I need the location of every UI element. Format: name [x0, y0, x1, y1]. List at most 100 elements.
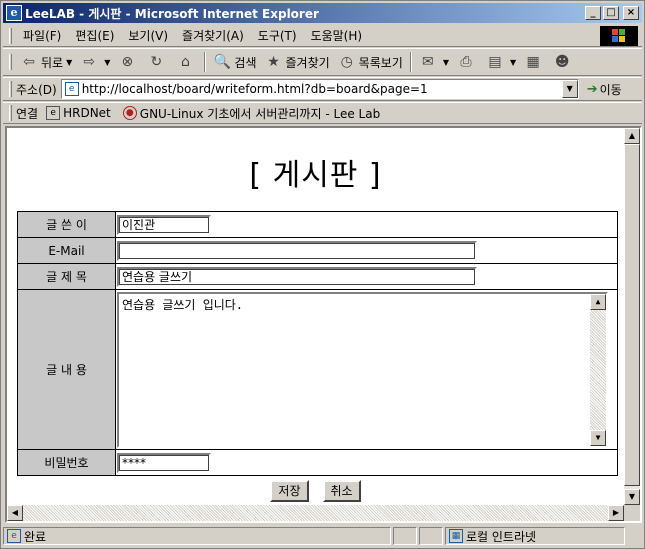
links-bar: 연결 e HRDNet ● GNU-Linux 기초에서 서버관리까지 - Le…: [3, 102, 642, 124]
standard-toolbar: ⇦ 뒤로 ▼ ⇨ ▼ ⊗ ↻ ⌂ 🔍 검색 ★ 즐겨찾기 ◷ 목록보기 ✉ ▼ …: [3, 48, 642, 76]
scroll-up-icon[interactable]: ▲: [590, 293, 606, 310]
status-pane: [419, 527, 443, 545]
stop-icon: ⊗: [121, 54, 134, 70]
address-label: 주소(D): [16, 82, 57, 97]
link-hrdnet[interactable]: e HRDNet: [46, 106, 111, 120]
toolbar-grip[interactable]: [9, 54, 12, 70]
password-input[interactable]: ****: [117, 452, 211, 473]
password-label: 비밀번호: [17, 449, 116, 476]
menu-help[interactable]: 도움말(H): [304, 27, 370, 44]
scroll-down-icon[interactable]: ▼: [624, 489, 640, 505]
content-text: 연습용 글쓰기 입니다.: [122, 297, 244, 312]
chevron-down-icon[interactable]: ▼: [104, 58, 110, 67]
subject-cell: 연습용 글쓰기: [115, 263, 618, 290]
subject-input[interactable]: 연습용 글쓰기: [117, 266, 477, 287]
status-bar: e 완료 ▦ 로컬 인트라넷: [3, 526, 642, 546]
back-label: 뒤로: [41, 55, 64, 70]
page-icon: e: [64, 82, 79, 96]
stop-button[interactable]: ⊗: [114, 50, 143, 74]
favorites-button[interactable]: ★ 즐겨찾기: [261, 50, 334, 74]
menu-bar: 파일(F) 편집(E) 보기(V) 즐겨찾기(A) 도구(T) 도움말(H): [3, 25, 642, 47]
menu-tools[interactable]: 도구(T): [251, 27, 304, 44]
link-hrdnet-label: HRDNet: [63, 106, 111, 120]
minimize-button[interactable]: _: [585, 6, 601, 20]
subject-label: 글 제 목: [17, 263, 116, 290]
toolbar-grip[interactable]: [9, 81, 12, 97]
refresh-button[interactable]: ↻: [143, 50, 172, 74]
scroll-right-icon[interactable]: ▶: [608, 505, 624, 521]
textarea-scrollbar[interactable]: ▲ ▼: [590, 293, 606, 446]
close-button[interactable]: ×: [623, 6, 639, 20]
edit-button[interactable]: ▤ ▼: [482, 50, 520, 74]
chevron-down-icon[interactable]: ▼: [510, 58, 516, 67]
scroll-thumb[interactable]: [624, 144, 640, 486]
back-arrow-icon: ⇦: [23, 54, 35, 70]
forward-arrow-icon: ⇨: [83, 54, 96, 70]
home-button[interactable]: ⌂: [172, 50, 201, 74]
page-icon: e: [7, 529, 21, 543]
intranet-icon: ▦: [449, 529, 463, 543]
home-icon: ⌂: [180, 54, 190, 70]
maximize-button[interactable]: □: [603, 6, 619, 20]
password-cell: ****: [115, 449, 618, 476]
author-cell: 이진관: [115, 211, 618, 238]
address-url: http://localhost/board/writeform.html?db…: [81, 82, 428, 96]
print-button[interactable]: ⎙: [453, 50, 482, 74]
form-buttons: 저장 취소: [7, 480, 624, 502]
menu-view[interactable]: 보기(V): [121, 27, 175, 44]
status-text: 완료: [24, 529, 47, 544]
printer-icon: ⎙: [460, 54, 472, 70]
toolbar-grip[interactable]: [9, 105, 12, 121]
toolbar-separator: [204, 52, 207, 72]
go-button[interactable]: ➔ 이동: [587, 81, 622, 98]
page-content: [ 게시판 ] 글 쓴 이 이진관 E-Mail 글 제 목 연습용 글쓰기 글…: [7, 128, 624, 505]
messenger-button[interactable]: ☻: [549, 50, 578, 74]
vertical-scrollbar[interactable]: ▲ ▼: [624, 128, 640, 505]
horizontal-scrollbar[interactable]: ◀ ▶: [7, 505, 624, 521]
cancel-button[interactable]: 취소: [322, 480, 361, 502]
status-zone-text: 로컬 인트라넷: [466, 529, 537, 544]
refresh-icon: ↻: [150, 54, 163, 70]
address-bar: 주소(D) e http://localhost/board/writeform…: [3, 77, 642, 101]
email-label: E-Mail: [17, 237, 116, 264]
page-title: [ 게시판 ]: [249, 158, 382, 193]
edit-document-icon: ▤: [488, 54, 502, 70]
scroll-up-icon[interactable]: ▲: [624, 128, 640, 144]
scroll-left-icon[interactable]: ◀: [7, 505, 23, 521]
ie-icon: e: [6, 5, 22, 21]
email-cell: [115, 237, 618, 264]
author-label: 글 쓴 이: [17, 211, 116, 238]
address-input[interactable]: e http://localhost/board/writeform.html?…: [60, 79, 579, 99]
menu-edit[interactable]: 편집(E): [68, 27, 121, 44]
forward-button[interactable]: ⇨ ▼: [76, 50, 114, 74]
menu-favorites[interactable]: 즐겨찾기(A): [175, 27, 251, 44]
link-leelab-label: GNU-Linux 기초에서 서버관리까지 - Lee Lab: [139, 106, 381, 121]
favorites-label: 즐겨찾기: [285, 55, 330, 70]
content-textarea[interactable]: 연습용 글쓰기 입니다. ▲ ▼: [117, 291, 608, 448]
messenger-icon: ☻: [554, 54, 570, 70]
status-zone: ▦ 로컬 인트라넷: [445, 527, 625, 545]
search-button[interactable]: 🔍 검색: [209, 50, 260, 74]
history-button[interactable]: ◷ 목록보기: [334, 50, 407, 74]
discuss-button[interactable]: ▦: [520, 50, 549, 74]
address-dropdown-icon[interactable]: ▼: [561, 80, 578, 98]
status-main: e 완료: [3, 527, 391, 545]
site-icon: ●: [122, 106, 137, 120]
link-leelab[interactable]: ● GNU-Linux 기초에서 서버관리까지 - Lee Lab: [122, 105, 381, 122]
save-button[interactable]: 저장: [270, 480, 309, 502]
email-input[interactable]: [117, 240, 477, 261]
scroll-down-icon[interactable]: ▼: [590, 429, 606, 446]
status-pane: [393, 527, 417, 545]
menu-file[interactable]: 파일(F): [16, 27, 68, 44]
page-viewport: [ 게시판 ] 글 쓴 이 이진관 E-Mail 글 제 목 연습용 글쓰기 글…: [5, 126, 642, 523]
author-input[interactable]: 이진관: [117, 214, 211, 235]
chevron-down-icon[interactable]: ▼: [443, 58, 449, 67]
back-button[interactable]: ⇦ 뒤로 ▼: [16, 50, 76, 74]
chevron-down-icon[interactable]: ▼: [66, 58, 72, 67]
toolbar-separator: [409, 52, 412, 72]
content-cell: 연습용 글쓰기 입니다. ▲ ▼: [115, 289, 618, 450]
toolbar-grip[interactable]: [9, 27, 12, 44]
history-icon: ◷: [340, 54, 353, 70]
mail-button[interactable]: ✉ ▼: [415, 50, 453, 74]
go-arrow-icon: ➔: [586, 81, 598, 97]
